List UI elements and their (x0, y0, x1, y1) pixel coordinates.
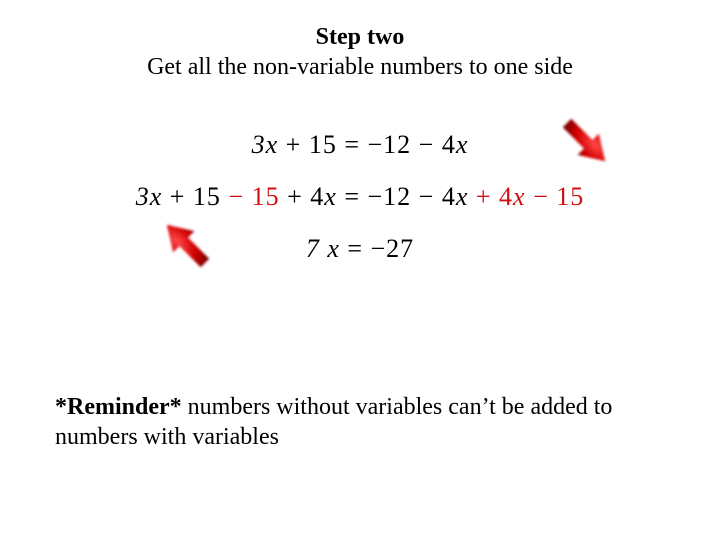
arrow-down-left-icon (554, 110, 614, 170)
eq2-r1: − 15 (221, 182, 280, 211)
slide: Step two Get all the non-variable number… (0, 0, 720, 540)
eq2-r2: + 4 (468, 182, 513, 211)
eq2-c: + 4 (280, 182, 325, 211)
eq1-coef1: 3 (252, 130, 266, 159)
reminder-label: *Reminder* (55, 394, 182, 420)
eq2-x2: x (324, 182, 337, 211)
equation-line-3: 7 x = −27 (0, 234, 720, 264)
eq2-x4: x (513, 182, 526, 211)
eq2-x3: x (456, 182, 469, 211)
heading-block: Step two Get all the non-variable number… (0, 22, 720, 82)
arrow-up-right-icon (158, 216, 218, 276)
eq1-var2: x (456, 130, 469, 159)
eq2-a: 3 (136, 182, 150, 211)
equation-line-2: 3x + 15 − 15 + 4x = −12 − 4x + 4x − 15 (0, 182, 720, 212)
step-subtitle: Get all the non-variable numbers to one … (147, 54, 573, 80)
reminder-text: *Reminder* numbers without variables can… (55, 392, 655, 452)
eq3-a: 7 (306, 234, 328, 263)
eq3-b: = −27 (340, 234, 414, 263)
eq3-x1: x (327, 234, 340, 263)
eq2-x1: x (150, 182, 163, 211)
eq1-var1: x (266, 130, 279, 159)
eq2-b: + 15 (162, 182, 221, 211)
step-title: Step two (316, 24, 405, 50)
eq1-mid: + 15 = −12 − 4 (278, 130, 456, 159)
eq2-d: = −12 − 4 (337, 182, 456, 211)
eq2-r3: − 15 (526, 182, 585, 211)
